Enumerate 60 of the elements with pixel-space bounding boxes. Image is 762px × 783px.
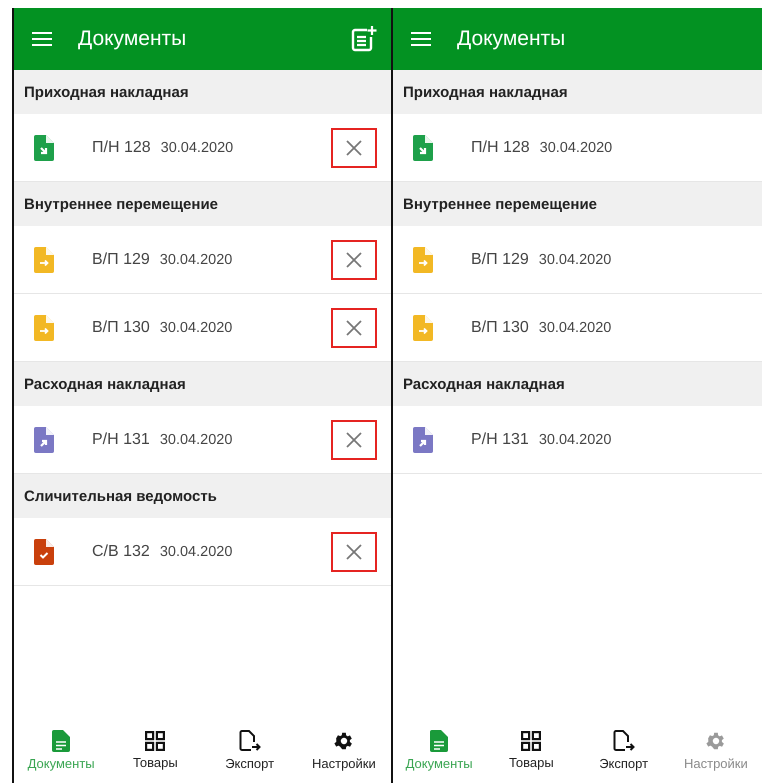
- document-number: В/П 130: [92, 318, 150, 336]
- document-arrow-out-icon: [413, 426, 433, 452]
- screen-title: Документы: [457, 27, 566, 51]
- document-export-icon: [238, 730, 261, 752]
- document-arrow-in-icon: [34, 134, 54, 160]
- screen-title: Документы: [78, 27, 188, 51]
- delete-button[interactable]: [331, 240, 377, 280]
- nav-tab[interactable]: Экспорт: [202, 717, 297, 783]
- add-document-icon[interactable]: [351, 26, 377, 52]
- section-header: Сличительная ведомость: [24, 488, 217, 504]
- document-number: В/П 129: [92, 250, 150, 268]
- document-arrow-right-icon: [34, 246, 54, 272]
- delete-button[interactable]: [331, 420, 377, 460]
- document-date: 30.04.2020: [538, 432, 612, 448]
- delete-button[interactable]: [331, 128, 377, 168]
- delete-button[interactable]: [331, 308, 377, 348]
- document-date: 30.04.2020: [160, 320, 234, 336]
- nav-tab[interactable]: Товары: [108, 717, 202, 783]
- menu-icon[interactable]: [411, 32, 431, 46]
- section-header: Расходная накладная: [403, 376, 565, 392]
- close-icon: [346, 432, 362, 448]
- document-arrow-right-icon: [413, 314, 433, 340]
- grid-icon: [145, 730, 166, 750]
- document-export-icon: [612, 730, 635, 752]
- section-header: Внутреннее перемещение: [403, 196, 598, 212]
- document-date: 30.04.2020: [160, 140, 234, 156]
- nav-tab[interactable]: Настройки: [296, 717, 391, 783]
- document-arrow-right-icon: [34, 314, 54, 340]
- nav-tab[interactable]: Экспорт: [578, 717, 670, 783]
- section-header: Расходная накладная: [24, 376, 186, 392]
- document-number: С/В 132: [92, 542, 150, 560]
- delete-button[interactable]: [331, 532, 377, 572]
- close-icon: [346, 320, 362, 336]
- document-arrow-in-icon: [413, 134, 433, 160]
- nav-tab[interactable]: Товары: [485, 717, 578, 783]
- document-number: Р/Н 131: [92, 430, 150, 448]
- document-arrow-right-icon: [413, 246, 433, 272]
- document-date: 30.04.2020: [540, 140, 614, 156]
- document-date: 30.04.2020: [160, 544, 234, 560]
- close-icon: [346, 140, 362, 156]
- document-number: В/П 129: [471, 250, 529, 268]
- document-date: 30.04.2020: [538, 252, 612, 268]
- document-number: П/Н 128: [471, 138, 530, 156]
- document-number: П/Н 128: [92, 138, 151, 156]
- section-header: Приходная накладная: [403, 84, 568, 100]
- close-icon: [346, 252, 362, 268]
- document-icon: [52, 730, 70, 752]
- document-icon: [430, 730, 448, 752]
- document-number: Р/Н 131: [471, 430, 529, 448]
- section-header: Приходная накладная: [24, 84, 189, 100]
- menu-icon[interactable]: [32, 32, 52, 46]
- grid-icon: [521, 730, 542, 750]
- document-check-icon: [34, 538, 54, 564]
- document-date: 30.04.2020: [160, 252, 234, 268]
- document-date: 30.04.2020: [160, 432, 234, 448]
- document-number: В/П 130: [471, 318, 529, 336]
- document-date: 30.04.2020: [538, 320, 612, 336]
- document-arrow-out-icon: [34, 426, 54, 452]
- section-header: Внутреннее перемещение: [24, 196, 218, 212]
- close-icon: [346, 544, 362, 560]
